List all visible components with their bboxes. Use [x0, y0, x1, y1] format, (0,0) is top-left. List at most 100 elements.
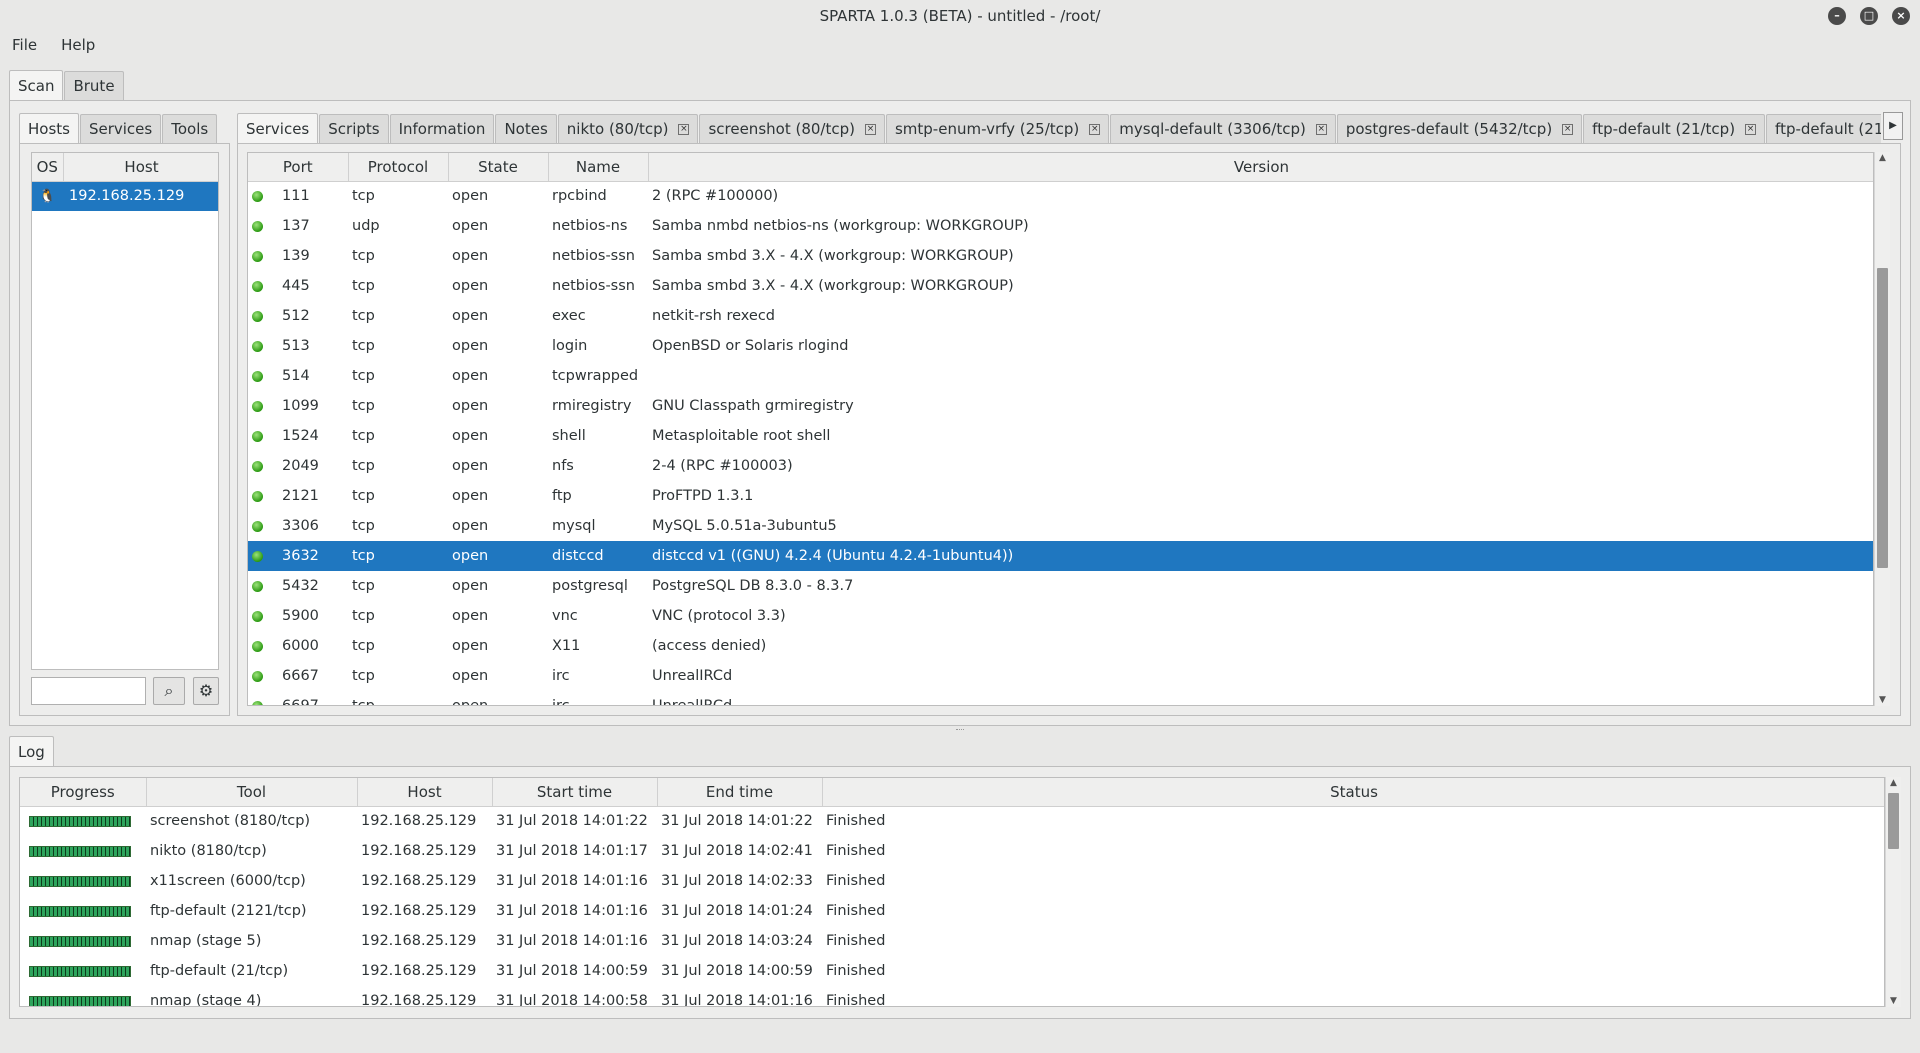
service-row[interactable]: 111 tcp open rpcbind 2 (RPC #100000) [248, 181, 1873, 211]
scroll-up-icon[interactable]: ▲ [1886, 778, 1901, 788]
tab-services[interactable]: Services [237, 113, 319, 143]
tab-scripts[interactable]: Scripts [319, 114, 389, 143]
service-row[interactable]: 6697 tcp open irc UnrealIRCd [248, 691, 1873, 706]
version-cell: Samba nmbd netbios-ns (workgroup: WORKGR… [652, 218, 1029, 234]
service-name-cell: netbios-ssn [552, 278, 635, 294]
column-header-protocol[interactable]: Protocol [348, 153, 449, 182]
tab-smtp-enum-vrfy-25-tcp[interactable]: smtp-enum-vrfy (25/tcp) × [885, 114, 1110, 143]
service-name-cell: distccd [552, 548, 604, 564]
start-time-cell: 31 Jul 2018 14:01:16 [496, 933, 648, 949]
tab-brute[interactable]: Brute [64, 71, 124, 100]
splitter-handle[interactable] [956, 729, 964, 732]
end-time-cell: 31 Jul 2018 14:01:16 [661, 993, 813, 1007]
protocol-cell: tcp [352, 578, 375, 594]
column-header-end-time[interactable]: End time [657, 778, 823, 807]
column-header-start-time[interactable]: Start time [492, 778, 658, 807]
column-header-host[interactable]: Host [357, 778, 493, 807]
service-row[interactable]: 513 tcp open login OpenBSD or Solaris rlogin… [248, 331, 1873, 361]
log-row[interactable]: ftp-default (2121/tcp) 192.168.25.129 31 J… [20, 896, 1884, 926]
tab-tools[interactable]: Tools [162, 114, 218, 143]
tab-ftp-default-21-tcp[interactable]: ftp-default (21/tcp) × [1583, 114, 1766, 143]
column-header-progress[interactable]: Progress [20, 778, 147, 807]
service-row[interactable]: 1524 tcp open shell Metasploitable root shel… [248, 421, 1873, 451]
log-row[interactable]: ftp-default (21/tcp) 192.168.25.129 31 Jul… [20, 956, 1884, 986]
column-header-status[interactable]: Status [822, 778, 1884, 807]
service-row[interactable]: 512 tcp open exec netkit-rsh rexecd [248, 301, 1873, 331]
close-tab-icon[interactable]: × [1745, 124, 1757, 135]
state-cell: open [452, 458, 489, 474]
service-row[interactable]: 514 tcp open tcpwrapped [248, 361, 1873, 391]
search-icon[interactable]: ⌕ [153, 677, 185, 705]
port-value: 1524 [282, 428, 319, 444]
log-row[interactable]: nmap (stage 4) 192.168.25.129 31 Jul 2018 … [20, 986, 1884, 1007]
services-scrollbar[interactable]: ▲ ▼ [1874, 152, 1890, 706]
log-row[interactable]: x11screen (6000/tcp) 192.168.25.129 31 Jul… [20, 866, 1884, 896]
service-row[interactable]: 2049 tcp open nfs 2-4 (RPC #100003) [248, 451, 1873, 481]
service-row[interactable]: 139 tcp open netbios-ssn Samba smbd 3.X - 4.… [248, 241, 1873, 271]
close-tab-icon[interactable]: × [1089, 124, 1101, 135]
tab-notes[interactable]: Notes [495, 114, 557, 143]
tab-scan[interactable]: Scan [9, 70, 64, 100]
tab-log[interactable]: Log [9, 736, 54, 766]
menu-help[interactable]: Help [49, 32, 107, 58]
status-open-icon [252, 520, 263, 532]
version-cell: distccd v1 ((GNU) 4.2.4 (Ubuntu 4.2.4-1u… [652, 548, 1014, 564]
version-cell: netkit-rsh rexecd [652, 308, 775, 324]
status-open-icon [252, 340, 263, 352]
log-scrollbar[interactable]: ▲ ▼ [1885, 777, 1901, 1007]
start-time-cell: 31 Jul 2018 14:01:17 [496, 843, 648, 859]
log-row[interactable]: nmap (stage 5) 192.168.25.129 31 Jul 2018 … [20, 926, 1884, 956]
state-cell: open [452, 698, 489, 706]
scroll-up-icon[interactable]: ▲ [1875, 153, 1890, 163]
column-header-host[interactable]: Host [63, 153, 218, 182]
tab-postgres-default-5432-tcp[interactable]: postgres-default (5432/tcp) × [1336, 114, 1583, 143]
settings-icon[interactable]: ⚙ [193, 677, 219, 705]
maximize-icon[interactable]: □ [1860, 7, 1878, 25]
close-tab-icon[interactable]: × [1562, 124, 1574, 135]
service-row[interactable]: 5900 tcp open vnc VNC (protocol 3.3) [248, 601, 1873, 631]
tab-ftp-default-2121-tcp[interactable]: ftp-default (2121/tcp)× [1766, 114, 1881, 143]
start-time-cell: 31 Jul 2018 14:00:59 [496, 963, 648, 979]
port-value: 6697 [282, 698, 319, 706]
close-tab-icon[interactable]: × [1315, 124, 1327, 135]
column-header-state[interactable]: State [448, 153, 549, 182]
service-row[interactable]: 1099 tcp open rmiregistry GNU Classpath grmi… [248, 391, 1873, 421]
tab-screenshot-80-tcp[interactable]: screenshot (80/tcp) × [699, 114, 885, 143]
scroll-down-icon[interactable]: ▼ [1886, 996, 1901, 1006]
tab-information[interactable]: Information [389, 114, 495, 143]
tab-nikto-80-tcp[interactable]: nikto (80/tcp) × [557, 114, 699, 143]
port-value: 111 [282, 188, 310, 205]
column-header-os[interactable]: OS [32, 153, 64, 182]
services-scroll-thumb[interactable] [1877, 268, 1888, 568]
host-row[interactable]: 🐧 192.168.25.129 [32, 181, 218, 211]
close-icon[interactable]: × [1892, 7, 1910, 25]
column-header-name[interactable]: Name [548, 153, 649, 182]
service-row[interactable]: 5432 tcp open postgresql PostgreSQL DB 8.3.0… [248, 571, 1873, 601]
column-header-version[interactable]: Version [648, 153, 1873, 182]
service-row[interactable]: 445 tcp open netbios-ssn Samba smbd 3.X - 4.… [248, 271, 1873, 301]
log-scroll-thumb[interactable] [1888, 793, 1899, 849]
minimize-icon[interactable]: – [1828, 7, 1846, 25]
service-row[interactable]: 3306 tcp open mysql MySQL 5.0.51a-3ubuntu5 [248, 511, 1873, 541]
service-row[interactable]: 137 udp open netbios-ns Samba nmbd netbios-n… [248, 211, 1873, 241]
log-row[interactable]: screenshot (8180/tcp) 192.168.25.129 31 Ju… [20, 806, 1884, 836]
service-row[interactable]: 2121 tcp open ftp ProFTPD 1.3.1 [248, 481, 1873, 511]
service-row[interactable]: 6000 tcp open X11 (access denied) [248, 631, 1873, 661]
window-title: SPARTA 1.0.3 (BETA) - untitled - /root/ [819, 7, 1101, 25]
service-row[interactable]: 3632 tcp open distccd distccd v1 ((GNU) 4.2.… [248, 541, 1873, 571]
tab-services[interactable]: Services [79, 114, 162, 143]
close-tab-icon[interactable]: × [864, 124, 876, 135]
scroll-down-icon[interactable]: ▼ [1875, 695, 1890, 705]
service-row[interactable]: 6667 tcp open irc UnrealIRCd [248, 661, 1873, 691]
tab-scroll-right-icon[interactable]: ▶ [1883, 112, 1903, 140]
menu-file[interactable]: File [0, 32, 49, 58]
tab-mysql-default-3306-tcp[interactable]: mysql-default (3306/tcp) × [1110, 114, 1336, 143]
column-header-tool[interactable]: Tool [146, 778, 358, 807]
column-header-port[interactable]: Port [248, 153, 349, 182]
tab-hosts[interactable]: Hosts [19, 113, 79, 143]
window-titlebar: SPARTA 1.0.3 (BETA) - untitled - /root/ … [0, 0, 1920, 32]
state-cell: open [452, 488, 489, 504]
log-row[interactable]: nikto (8180/tcp) 192.168.25.129 31 Jul 201… [20, 836, 1884, 866]
close-tab-icon[interactable]: × [678, 124, 690, 135]
host-filter-input[interactable] [31, 677, 146, 705]
